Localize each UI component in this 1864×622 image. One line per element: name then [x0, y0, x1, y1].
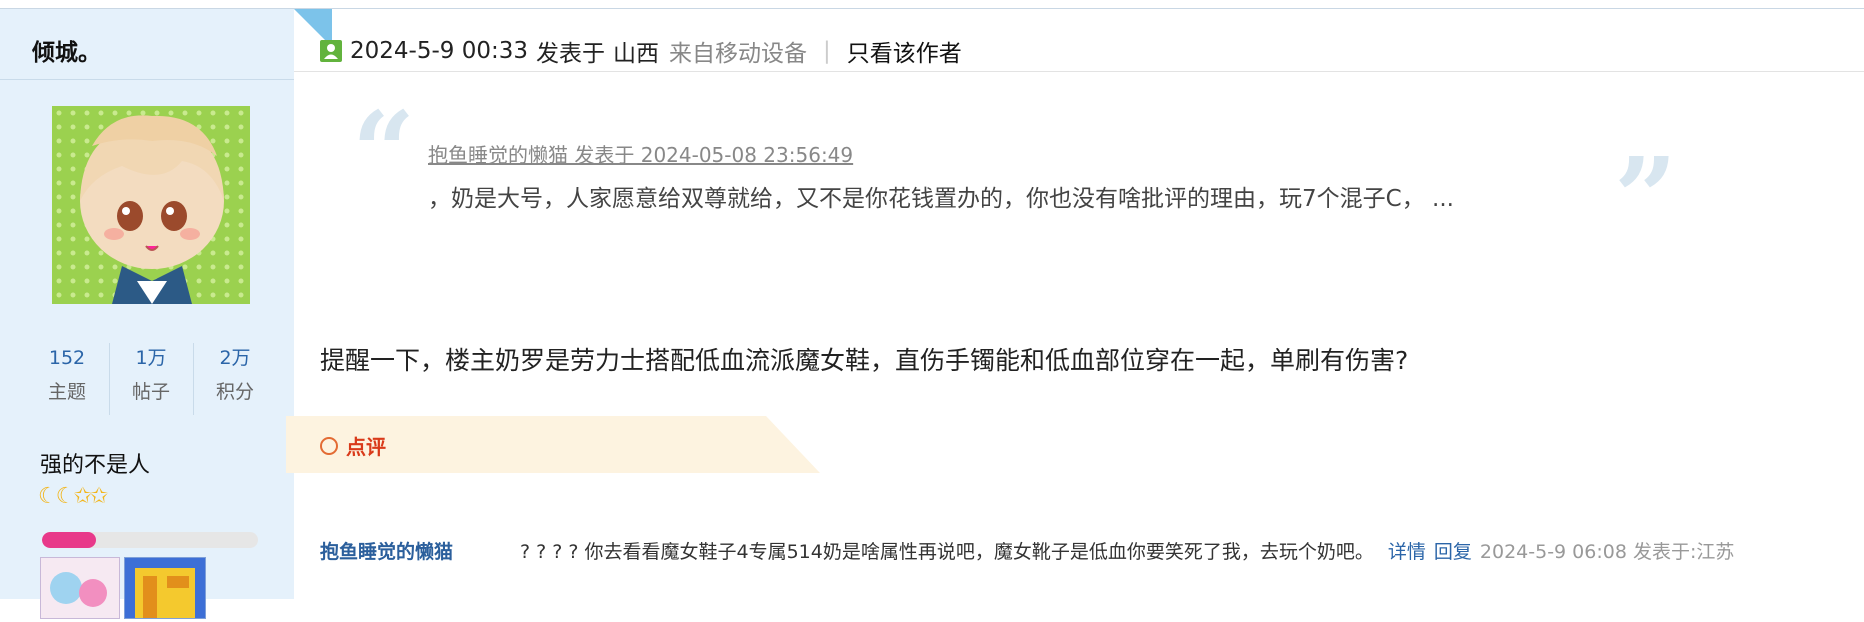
- open-quote-icon: “: [352, 87, 416, 216]
- header-separator: |: [823, 38, 831, 64]
- sidebar-divider: [0, 79, 294, 80]
- stat-value: 1万: [135, 347, 167, 369]
- stat-posts[interactable]: 1万 帖子: [110, 341, 192, 409]
- rank-stars-icon: ☾☾✩✩: [38, 484, 108, 509]
- medal-art: [125, 558, 205, 618]
- avatar-image: [52, 106, 250, 304]
- post-body: 提醒一下，楼主奶罗是劳力士搭配低血流派魔女鞋，直伤手镯能和低血部位穿在一起，单刷…: [320, 346, 1409, 375]
- stat-label: 帖子: [131, 381, 170, 403]
- comment-user-link[interactable]: 抱鱼睡觉的懒猫: [320, 537, 520, 564]
- post-datetime: 2024-5-9 00:33: [350, 38, 528, 64]
- avatar[interactable]: [52, 106, 250, 304]
- post-source: 来自移动设备: [669, 41, 807, 67]
- author-name[interactable]: 倾城。: [32, 33, 101, 67]
- medal-badge-icon[interactable]: [40, 557, 120, 619]
- comment-text: ? ? ? ? 你去看看魔女鞋子4专属514奶是啥属性再说吧，魔女靴子是低血你要…: [520, 540, 1374, 563]
- online-status-icon: [320, 40, 342, 62]
- post-location: 山西: [613, 41, 659, 67]
- author-sidebar: 倾城。 152 主题 1万 帖子 2万 积分 强的不是人 ☾☾✩✩: [0, 9, 294, 619]
- rank-title: 强的不是人: [40, 453, 151, 478]
- comment-meta: 2024-5-9 06:08 发表于:江苏: [1479, 540, 1735, 563]
- header-divider: [294, 71, 1864, 72]
- review-comment: 抱鱼睡觉的懒猫 ? ? ? ? 你去看看魔女鞋子4专属514奶是啥属性再说吧，魔…: [320, 536, 1734, 564]
- stat-label: 积分: [215, 381, 254, 403]
- review-header: 点评: [320, 431, 386, 460]
- review-circle-icon: [320, 436, 338, 455]
- review-label: 点评: [346, 435, 386, 459]
- level-progress-bar: [42, 532, 258, 548]
- only-this-author-link[interactable]: 只看该作者: [847, 34, 962, 68]
- reply-link[interactable]: 回复: [1434, 537, 1472, 564]
- post-content: 2024-5-9 00:33 发表于 山西 来自移动设备 | 只看该作者 “ 抱…: [286, 9, 1864, 599]
- medal-badge-icon[interactable]: [124, 557, 206, 619]
- details-link[interactable]: 详情: [1388, 537, 1426, 564]
- post-header: 2024-5-9 00:33 发表于 山西 来自移动设备 | 只看该作者: [320, 31, 962, 71]
- stat-threads[interactable]: 152 主题: [26, 341, 108, 409]
- stat-label: 主题: [47, 381, 86, 403]
- medal-art: [41, 558, 119, 618]
- stat-value: 2万: [219, 347, 251, 369]
- author-stats: 152 主题 1万 帖子 2万 积分: [26, 341, 274, 419]
- quote-text: ，奶是大号，人家愿意给双尊就给，又不是你花钱置办的，你也没有啥批评的理由，玩7个…: [428, 186, 1454, 212]
- posted-at-label: 发表于: [536, 41, 605, 67]
- stat-credits[interactable]: 2万 积分: [194, 341, 276, 409]
- quote-source-link[interactable]: 抱鱼睡觉的懒猫 发表于 2024-05-08 23:56:49: [428, 139, 853, 168]
- close-quote-icon: ”: [1614, 133, 1678, 262]
- stat-value: 152: [48, 347, 86, 369]
- level-progress-fill: [42, 532, 96, 548]
